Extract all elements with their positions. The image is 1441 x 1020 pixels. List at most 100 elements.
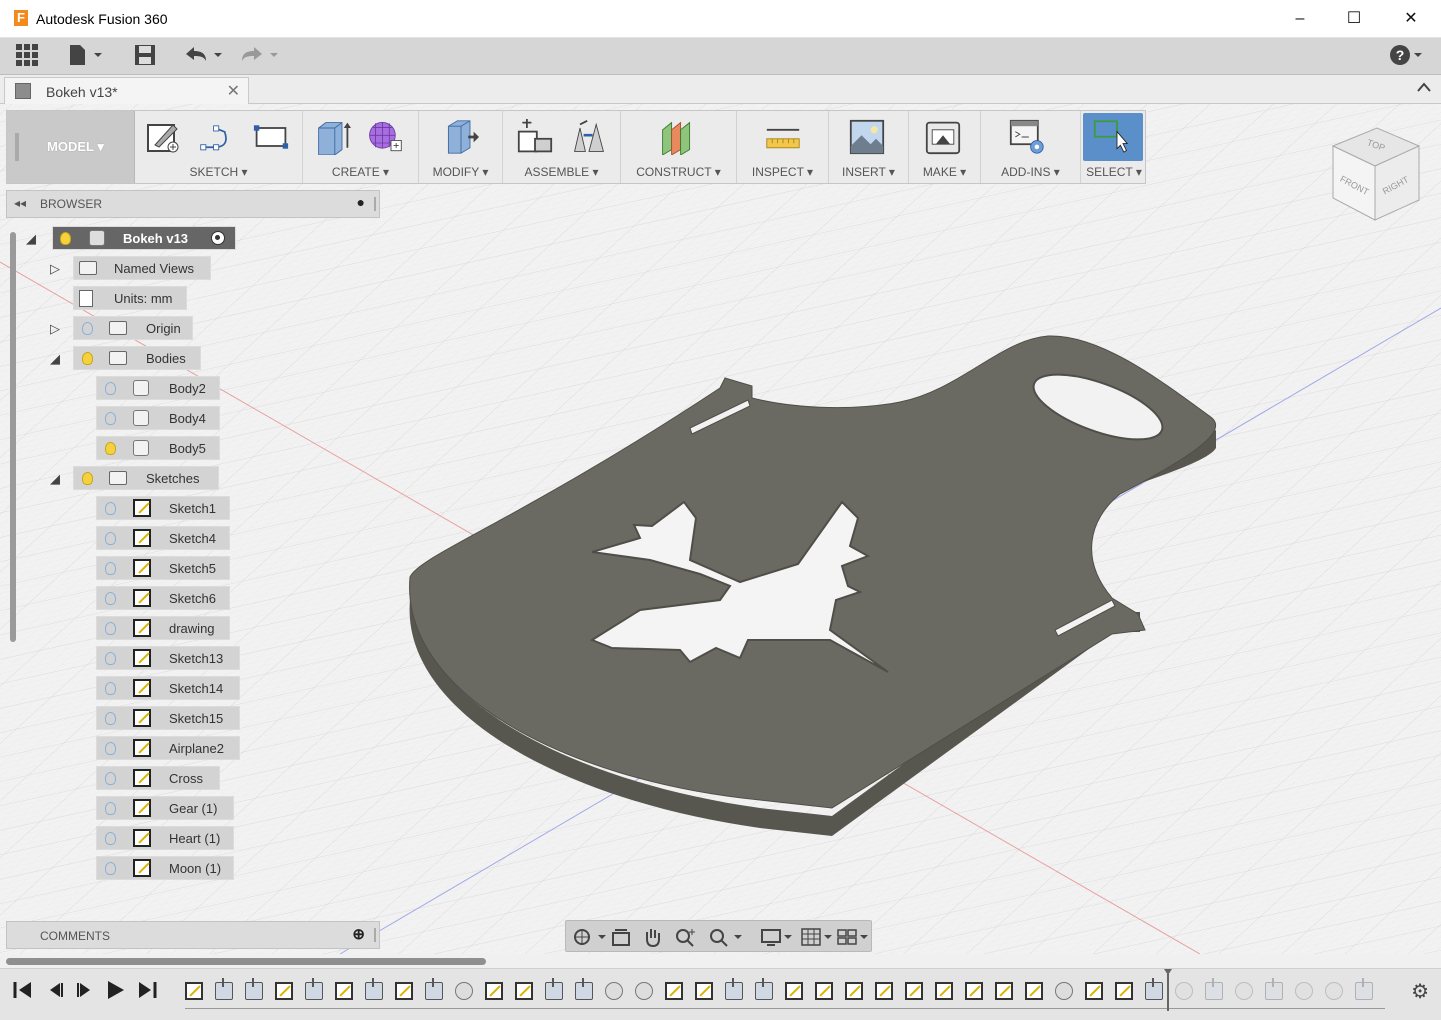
modify-menu[interactable]: MODIFY ▾: [419, 165, 502, 179]
expand-toggle-icon[interactable]: ▷: [50, 261, 60, 277]
grid-icon[interactable]: [16, 44, 38, 68]
select-icon[interactable]: [1093, 117, 1129, 153]
timeline-marker[interactable]: [1164, 969, 1172, 1011]
expand-toggle-icon[interactable]: ◢: [50, 471, 60, 487]
timeline-sketch-icon[interactable]: [695, 982, 713, 1000]
insert-image-icon[interactable]: [849, 119, 885, 155]
timeline-extrude-icon[interactable]: [1265, 978, 1283, 1000]
comments-panel[interactable]: COMMENTS ⊕: [6, 921, 380, 949]
tree-sketch[interactable]: Airplane2: [96, 736, 240, 760]
insert-group[interactable]: INSERT ▾: [829, 111, 909, 183]
step-forward-icon[interactable]: [74, 979, 96, 1006]
timeline-sketch-icon[interactable]: [395, 982, 413, 1000]
visibility-bulb-icon[interactable]: [82, 352, 93, 365]
redo-icon[interactable]: [240, 44, 280, 68]
play-icon[interactable]: [104, 979, 126, 1006]
construct-group[interactable]: CONSTRUCT ▾: [621, 111, 737, 183]
sketch-group[interactable]: SKETCH ▾: [135, 111, 303, 183]
timeline-extrude-icon[interactable]: [215, 978, 233, 1000]
visibility-bulb-icon[interactable]: [105, 832, 116, 845]
tree-root-node[interactable]: Bokeh v13: [52, 226, 236, 250]
visibility-bulb-icon[interactable]: [105, 532, 116, 545]
tree-body[interactable]: Body2: [96, 376, 220, 400]
document-tab[interactable]: Bokeh v13* ✕: [4, 77, 249, 104]
grip-handle[interactable]: [15, 133, 19, 161]
offset-plane-icon[interactable]: [659, 119, 695, 155]
close-tab-icon[interactable]: ✕: [227, 81, 240, 101]
add-comment-icon[interactable]: ⊕: [352, 925, 365, 943]
timeline-extrude-icon[interactable]: [725, 978, 743, 1000]
visibility-bulb-icon[interactable]: [105, 592, 116, 605]
tree-sketch[interactable]: Sketch15: [96, 706, 240, 730]
tree-sketch[interactable]: Sketch1: [96, 496, 230, 520]
sketch-menu[interactable]: SKETCH ▾: [135, 165, 302, 179]
tree-sketch[interactable]: Cross: [96, 766, 220, 790]
browser-header[interactable]: ◂◂ BROWSER ●: [6, 190, 380, 218]
make-menu[interactable]: MAKE ▾: [909, 165, 980, 179]
tree-origin[interactable]: Origin: [73, 316, 193, 340]
timeline-sketch-icon[interactable]: [1115, 982, 1133, 1000]
collapse-toolbar-icon[interactable]: [1417, 79, 1431, 95]
timeline-extrude-icon[interactable]: [755, 978, 773, 1000]
grid-settings-icon[interactable]: [800, 927, 834, 947]
timeline-sketch-icon[interactable]: [1025, 982, 1043, 1000]
create-sketch-icon[interactable]: [145, 119, 181, 155]
tree-bodies[interactable]: Bodies: [73, 346, 201, 370]
inspect-group[interactable]: INSPECT ▾: [737, 111, 829, 183]
timeline-sketch-icon[interactable]: [965, 982, 983, 1000]
line-icon[interactable]: [199, 119, 235, 155]
construct-menu[interactable]: CONSTRUCT ▾: [621, 165, 736, 179]
display-settings-icon[interactable]: [760, 927, 794, 947]
assemble-menu[interactable]: ASSEMBLE ▾: [503, 165, 620, 179]
rectangle-icon[interactable]: [253, 119, 289, 155]
extrude-icon[interactable]: [315, 119, 351, 155]
maximize-button[interactable]: ☐: [1331, 6, 1377, 32]
horizontal-scrollbar[interactable]: [0, 954, 1441, 968]
go-to-end-icon[interactable]: [136, 979, 158, 1006]
visibility-bulb-icon[interactable]: [105, 562, 116, 575]
timeline-sketch-icon[interactable]: [1085, 982, 1103, 1000]
visibility-bulb-icon[interactable]: [105, 712, 116, 725]
close-window-button[interactable]: ✕: [1388, 6, 1434, 32]
timeline-fillet-icon[interactable]: [635, 982, 653, 1000]
timeline-sketch-icon[interactable]: [515, 982, 533, 1000]
expand-toggle-icon[interactable]: ◢: [26, 231, 36, 247]
timeline-extrude-icon[interactable]: [1355, 978, 1373, 1000]
select-group[interactable]: SELECT ▾: [1081, 111, 1147, 183]
tree-sketch[interactable]: Sketch6: [96, 586, 230, 610]
visibility-bulb-icon[interactable]: [105, 862, 116, 875]
collapse-browser-icon[interactable]: ◂◂: [14, 196, 26, 210]
timeline-extrude-icon[interactable]: [305, 978, 323, 1000]
panel-handle[interactable]: [374, 928, 376, 942]
timeline-sketch-icon[interactable]: [845, 982, 863, 1000]
timeline-sketch-icon[interactable]: [875, 982, 893, 1000]
3d-print-icon[interactable]: [925, 119, 961, 155]
timeline-sketch-icon[interactable]: [185, 982, 203, 1000]
timeline-pattern-icon[interactable]: [1175, 982, 1193, 1000]
minimize-panel-icon[interactable]: ●: [357, 194, 365, 210]
viewports-icon[interactable]: [836, 927, 870, 947]
select-menu[interactable]: SELECT ▾: [1081, 165, 1147, 179]
fit-icon[interactable]: [708, 927, 744, 947]
inspect-menu[interactable]: INSPECT ▾: [737, 165, 828, 179]
visibility-bulb-icon[interactable]: [105, 682, 116, 695]
timeline-sketch-icon[interactable]: [665, 982, 683, 1000]
visibility-bulb-icon[interactable]: [105, 742, 116, 755]
save-icon[interactable]: [134, 44, 156, 68]
tree-body[interactable]: Body4: [96, 406, 220, 430]
create-group[interactable]: CREATE ▾: [303, 111, 419, 183]
timeline-extrude-icon[interactable]: [575, 978, 593, 1000]
form-icon[interactable]: [367, 119, 403, 155]
tree-sketch[interactable]: Heart (1): [96, 826, 234, 850]
modify-group[interactable]: MODIFY ▾: [419, 111, 503, 183]
visibility-bulb-icon[interactable]: [105, 652, 116, 665]
timeline-sketch-icon[interactable]: [335, 982, 353, 1000]
visibility-bulb-icon[interactable]: [105, 502, 116, 515]
visibility-bulb-icon[interactable]: [105, 802, 116, 815]
visibility-bulb-icon[interactable]: [60, 232, 71, 245]
timeline-sketch-icon[interactable]: [815, 982, 833, 1000]
help-icon[interactable]: ?: [1390, 44, 1426, 68]
tree-sketch[interactable]: Sketch4: [96, 526, 230, 550]
tree-sketch[interactable]: Moon (1): [96, 856, 234, 880]
tree-sketch[interactable]: Gear (1): [96, 796, 234, 820]
